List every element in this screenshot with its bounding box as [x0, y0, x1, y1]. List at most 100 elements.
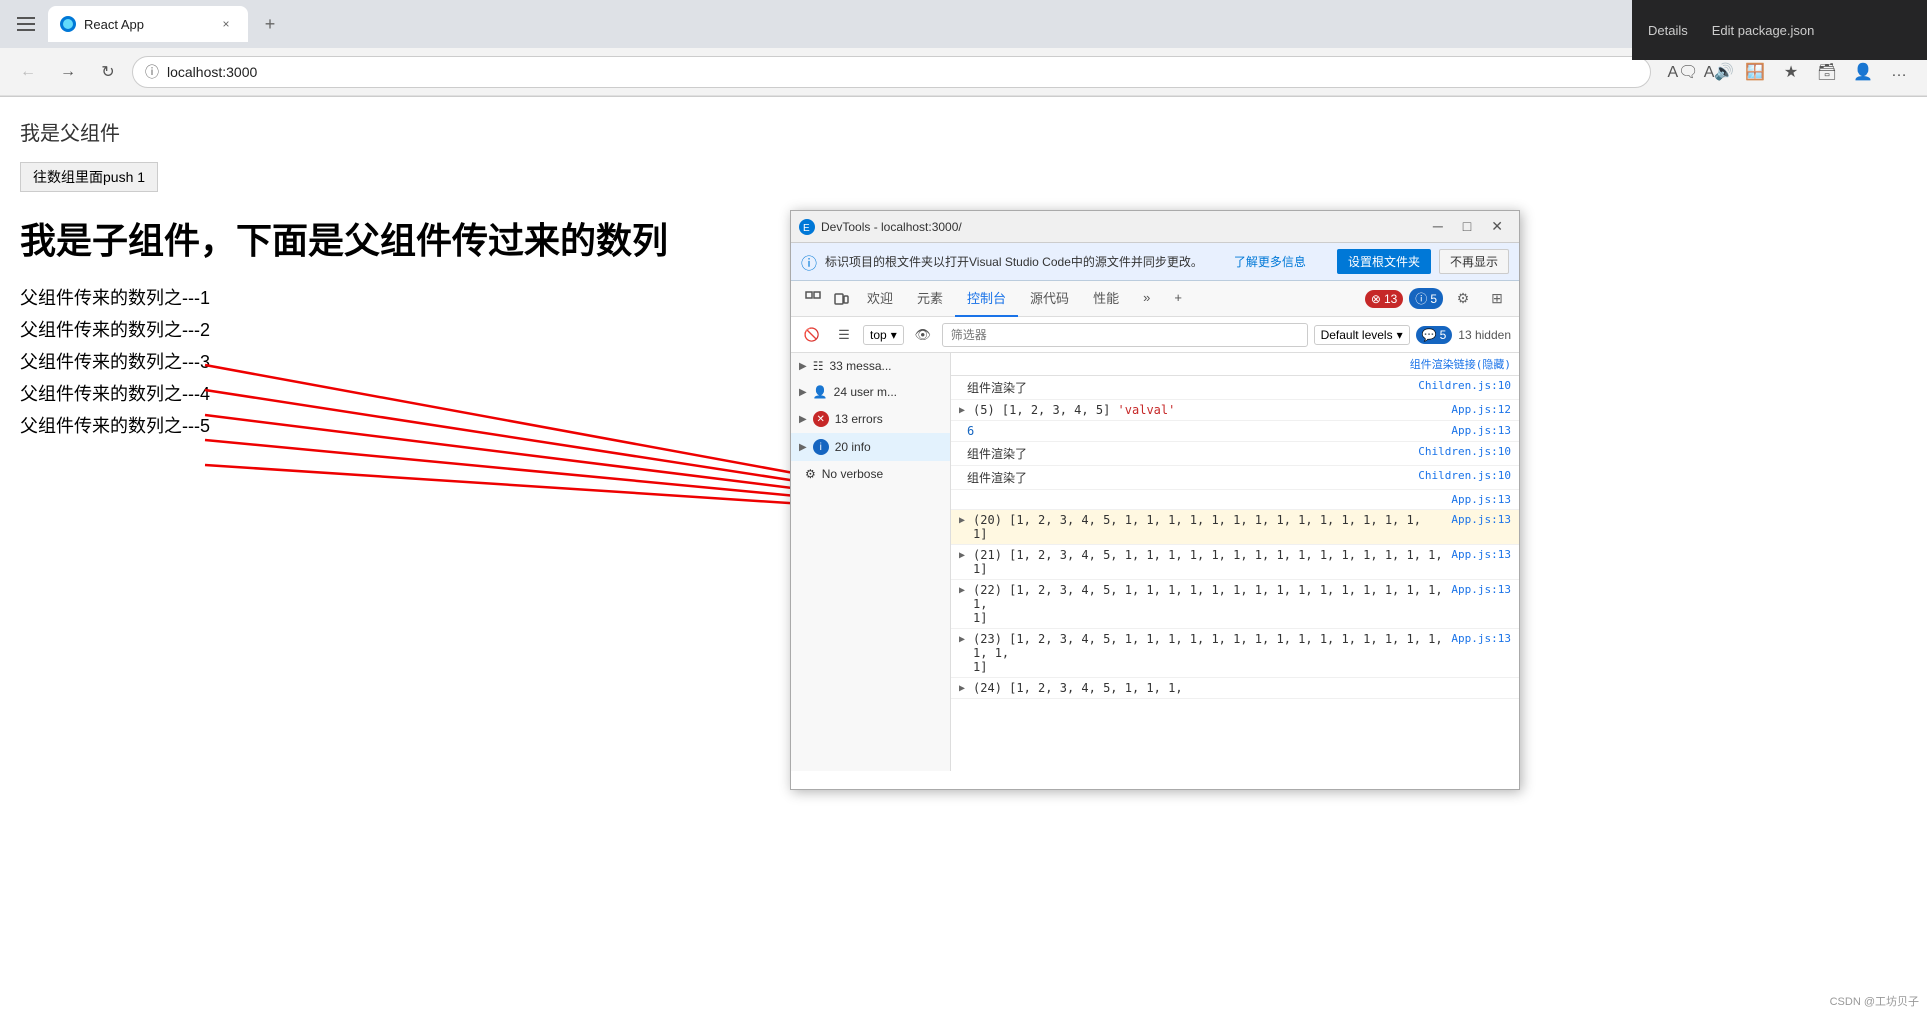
log-source[interactable]: App.js:13 — [1451, 548, 1511, 561]
push-btn[interactable]: 往数组里面push 1 — [20, 162, 158, 192]
filter-toggle-btn[interactable]: ☰ — [831, 322, 857, 348]
back-btn[interactable]: ← — [12, 56, 44, 88]
devtools-settings-btn[interactable]: ⚙ — [1449, 285, 1477, 313]
log-source[interactable]: Children.js:10 — [1418, 469, 1511, 482]
tab-title: React App — [84, 17, 208, 32]
profile-btn[interactable]: 👤 — [1847, 56, 1879, 88]
devtools-max-btn[interactable]: □ — [1455, 218, 1479, 235]
extensions-btn[interactable]: 🪟 — [1739, 56, 1771, 88]
tab-sources[interactable]: 源代码 — [1018, 281, 1081, 317]
info-badge: ⓘ 5 — [1409, 288, 1443, 309]
devtools-title: E DevTools - localhost:3000/ — [799, 219, 962, 235]
verbose-icon: ⚙ — [805, 467, 816, 481]
device-toggle-btn[interactable] — [827, 285, 855, 313]
sidebar-all-messages[interactable]: ▶ ☷ 33 messa... — [791, 353, 950, 379]
security-icon: ⓘ — [145, 62, 159, 82]
sidebar-user-messages[interactable]: ▶ 👤 24 user m... — [791, 379, 950, 405]
expand-icon: ▶ — [799, 442, 807, 453]
collections-btn[interactable]: 🗃 — [1811, 56, 1843, 88]
devtools-close-btn[interactable]: ✕ — [1483, 218, 1511, 235]
devtools-min-btn[interactable]: ─ — [1425, 218, 1451, 235]
tab-performance[interactable]: 性能 — [1081, 281, 1131, 317]
context-selector[interactable]: top ▾ — [863, 325, 904, 345]
log-source[interactable]: App.js:12 — [1451, 403, 1511, 416]
expand-btn[interactable]: ▶ — [959, 515, 965, 526]
log-source[interactable]: App.js:13 — [1451, 513, 1511, 526]
devtools-dock-btn[interactable]: ⊞ — [1483, 285, 1511, 313]
levels-label: Default levels — [1321, 328, 1393, 342]
parent-label: 我是父组件 — [20, 117, 1907, 146]
log-content: 组件渲染了 — [967, 379, 1410, 396]
vscode-panel: Details Edit package.json — [1632, 0, 1927, 60]
log-source[interactable]: App.js:13 — [1451, 493, 1511, 506]
vscode-edit-package-link[interactable]: Edit package.json — [1712, 23, 1815, 38]
sidebar-label: 13 errors — [835, 412, 883, 426]
sidebar-info[interactable]: ▶ i 20 info — [791, 433, 950, 461]
devtools-tabs: 欢迎 元素 控制台 源代码 性能 » + ⊗ 13 ⓘ 5 ⚙ ⊞ — [791, 281, 1519, 317]
log-levels-selector[interactable]: Default levels ▾ — [1314, 325, 1410, 345]
sidebar-label: No verbose — [822, 467, 883, 481]
info-icon: i — [813, 439, 829, 455]
tab-add[interactable]: + — [1162, 281, 1194, 317]
expand-btn[interactable]: ▶ — [959, 550, 965, 561]
log-entry-num: 6 App.js:13 — [951, 421, 1519, 442]
set-root-btn[interactable]: 设置根文件夹 — [1337, 249, 1431, 274]
log-source[interactable]: 组件渲染链接(隐藏) — [1410, 356, 1511, 372]
sidebar-label: 20 info — [835, 440, 871, 454]
hidden-count: 13 hidden — [1458, 328, 1511, 342]
expand-btn[interactable]: ▶ — [959, 405, 965, 416]
info-icon: ⓘ — [801, 250, 817, 274]
info-bar-link[interactable]: 了解更多信息 — [1234, 253, 1306, 270]
browser-tab[interactable]: React App × — [48, 6, 248, 42]
tab-more[interactable]: » — [1131, 281, 1162, 317]
translate-btn[interactable]: A🗨 — [1667, 56, 1699, 88]
forward-btn[interactable]: → — [52, 56, 84, 88]
eye-btn[interactable]: 👁 — [910, 322, 936, 348]
devtools-toolbar: 🚫 ☰ top ▾ 👁 Default levels ▾ 💬 5 13 hidd… — [791, 317, 1519, 353]
log-content: (5) [1, 2, 3, 4, 5] 'valval' — [973, 403, 1443, 417]
user-icon: 👤 — [813, 385, 828, 399]
log-entry: 组件渲染链接(隐藏) — [951, 353, 1519, 376]
tab-close-btn[interactable]: × — [216, 14, 236, 34]
read-aloud-btn[interactable]: A🔊 — [1703, 56, 1735, 88]
url-text: localhost:3000 — [167, 64, 257, 80]
favorites-btn[interactable]: ★ — [1775, 56, 1807, 88]
expand-btn[interactable]: ▶ — [959, 585, 965, 596]
vscode-details-link[interactable]: Details — [1648, 23, 1688, 38]
log-content: 6 — [967, 424, 1443, 438]
info-badge-icon: ⓘ — [1415, 290, 1427, 307]
tab-welcome[interactable]: 欢迎 — [855, 281, 905, 317]
expand-btn[interactable]: ▶ — [959, 683, 965, 694]
sidebar-verbose[interactable]: ⚙ No verbose — [791, 461, 950, 487]
sidebar-errors[interactable]: ▶ ✕ 13 errors — [791, 405, 950, 433]
inspect-element-btn[interactable] — [799, 285, 827, 313]
sidebar-toggle-btn[interactable] — [8, 6, 44, 42]
tab-elements[interactable]: 元素 — [905, 281, 955, 317]
log-source[interactable]: App.js:13 — [1451, 583, 1511, 596]
browser-actions: A🗨 A🔊 🪟 ★ 🗃 👤 … — [1667, 56, 1915, 88]
url-bar[interactable]: ⓘ localhost:3000 — [132, 56, 1651, 88]
log-content: (20) [1, 2, 3, 4, 5, 1, 1, 1, 1, 1, 1, 1… — [973, 513, 1443, 541]
log-entry-23: ▶ (23) [1, 2, 3, 4, 5, 1, 1, 1, 1, 1, 1,… — [951, 629, 1519, 678]
log-source[interactable]: Children.js:10 — [1418, 445, 1511, 458]
info-bar-text: 标识项目的根文件夹以打开Visual Studio Code中的源文件并同步更改… — [825, 253, 1203, 270]
no-more-btn[interactable]: 不再显示 — [1439, 249, 1509, 274]
log-source[interactable]: App.js:13 — [1451, 632, 1511, 645]
expand-btn[interactable]: ▶ — [959, 634, 965, 645]
settings-btn[interactable]: … — [1883, 56, 1915, 88]
devtools-info-bar: ⓘ 标识项目的根文件夹以打开Visual Studio Code中的源文件并同步… — [791, 243, 1519, 281]
new-tab-btn[interactable]: + — [252, 6, 288, 42]
log-source[interactable]: Children.js:10 — [1418, 379, 1511, 392]
levels-dropdown-icon: ▾ — [1397, 328, 1403, 342]
clear-console-btn[interactable]: 🚫 — [799, 322, 825, 348]
sidebar-label: 33 messa... — [829, 359, 891, 373]
log-entry-20: ▶ (20) [1, 2, 3, 4, 5, 1, 1, 1, 1, 1, 1,… — [951, 510, 1519, 545]
info-bar-btns: 设置根文件夹 不再显示 — [1337, 249, 1509, 274]
console-filter-input[interactable] — [942, 323, 1308, 347]
devtools-winctrls: ─ □ ✕ — [1425, 218, 1511, 235]
refresh-btn[interactable]: ↻ — [92, 56, 124, 88]
msg-icon: 💬 — [1422, 328, 1437, 342]
log-source[interactable]: App.js:13 — [1451, 424, 1511, 437]
tab-console[interactable]: 控制台 — [955, 281, 1018, 317]
expand-icon: ▶ — [799, 361, 807, 372]
